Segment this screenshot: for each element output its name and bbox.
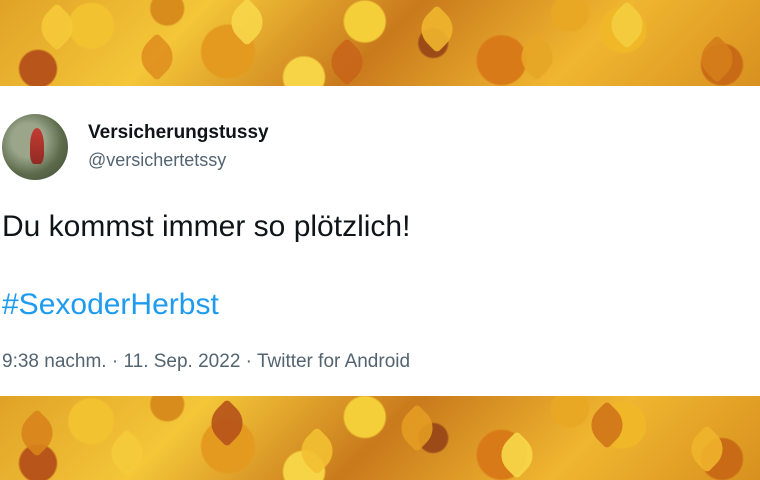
display-name[interactable]: Versicherungstussy [88, 122, 269, 144]
tweet-date[interactable]: 11. Sep. 2022 [123, 351, 240, 372]
meta-separator: · [240, 351, 257, 372]
tweet-meta: 9:38 nachm. · 11. Sep. 2022 · Twitter fo… [2, 351, 410, 373]
tweet-text: Du kommst immer so plötzlich! [2, 210, 411, 243]
avatar-figure [30, 128, 44, 164]
autumn-leaves-banner-bottom [0, 396, 760, 480]
autumn-leaves-banner-top [0, 0, 760, 86]
tweet-card: Versicherungstussy @versichertetssy Du k… [0, 86, 760, 396]
tweet-source: Twitter for Android [256, 351, 411, 372]
hashtag-link[interactable]: #SexoderHerbst [2, 288, 219, 322]
user-handle[interactable]: @versichertetssy [88, 150, 226, 171]
avatar[interactable] [2, 114, 68, 180]
meta-separator: · [106, 351, 124, 372]
tweet-time[interactable]: 9:38 nachm. [2, 351, 107, 372]
